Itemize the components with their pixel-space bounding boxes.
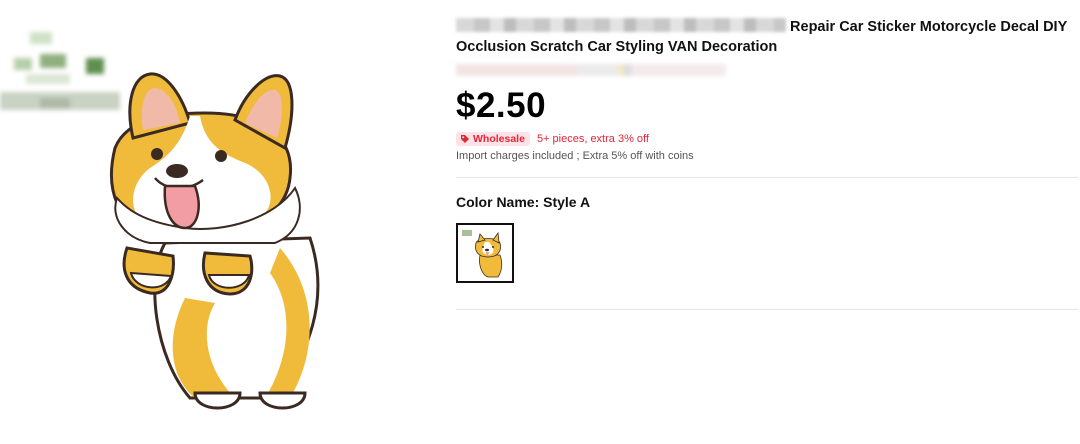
divider (456, 309, 1078, 310)
swatch-corgi-thumbnail (462, 230, 503, 278)
wholesale-row: Wholesale 5+ pieces, extra 3% off (456, 132, 649, 146)
product-title: Repair Car Sticker Motorcycle Decal DIY … (456, 17, 1078, 57)
product-image-pane[interactable] (0, 0, 440, 444)
title-redacted (456, 18, 786, 32)
corgi-illustration (110, 72, 320, 410)
tag-icon (461, 135, 469, 143)
color-name-label: Color Name: Style A (456, 194, 591, 210)
import-note: Import charges included ; Extra 5% off w… (456, 150, 694, 162)
wholesale-offer-text: 5+ pieces, extra 3% off (536, 133, 649, 145)
wholesale-badge-label: Wholesale (473, 133, 525, 145)
product-price: $2.50 (456, 86, 547, 125)
rating-redacted (456, 64, 726, 76)
wholesale-badge: Wholesale (456, 132, 530, 146)
divider (456, 177, 1078, 178)
swatch-style-a[interactable] (456, 223, 514, 283)
